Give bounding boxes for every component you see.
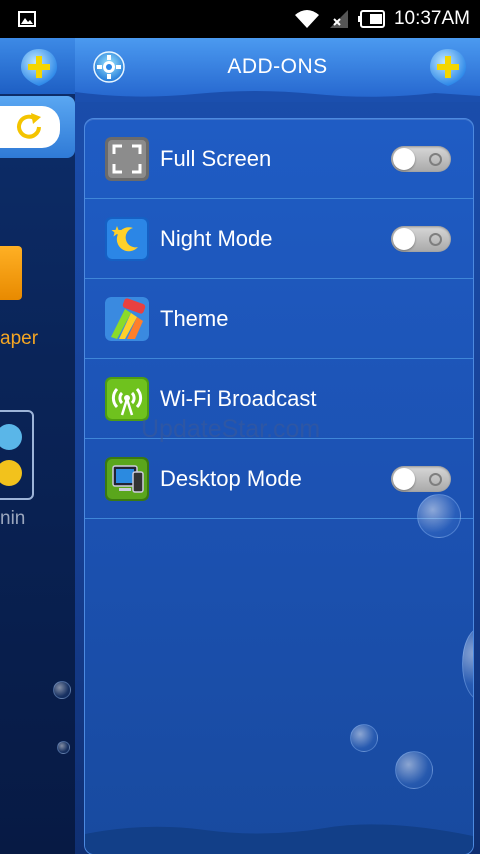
- battery-icon: [357, 10, 385, 28]
- no-signal-icon: [329, 10, 348, 28]
- bubble-decoration: [350, 724, 378, 752]
- addons-header: ADD-ONS: [75, 38, 480, 102]
- toggle-knob: [393, 147, 415, 170]
- bubble-decoration: [53, 681, 71, 699]
- left-panel: aper nin: [0, 38, 75, 854]
- bubble-decoration: [462, 627, 473, 701]
- fullscreen-toggle[interactable]: [391, 145, 451, 172]
- desktop-mode-icon: [105, 456, 149, 501]
- chat-icon: [0, 460, 22, 486]
- left-panel-header: [0, 38, 75, 94]
- night-mode-icon: [105, 216, 149, 261]
- left-add-icon[interactable]: [19, 47, 59, 87]
- list-item-label: Wi-Fi Broadcast: [160, 385, 317, 411]
- toggle-off-indicator: [429, 472, 442, 486]
- edit-icon: [0, 424, 22, 450]
- theme-icon: [105, 296, 149, 341]
- addons-panel: ADD-ONS Full Screen Night Mode Theme Wi-…: [75, 38, 480, 854]
- admin-label: nin: [0, 508, 26, 529]
- night-mode-toggle[interactable]: [391, 225, 451, 252]
- list-item-label: Theme: [160, 305, 229, 331]
- page-title: ADD-ONS: [227, 55, 328, 78]
- list-item-label: Full Screen: [160, 145, 272, 171]
- wallpaper-icon[interactable]: [0, 246, 22, 300]
- header-wave-decoration: [75, 91, 480, 102]
- admin-icon-group[interactable]: [0, 410, 34, 500]
- list-item-label: Desktop Mode: [160, 465, 302, 491]
- add-icon[interactable]: [428, 47, 468, 87]
- bubble-decoration: [417, 494, 461, 538]
- wallpaper-label: aper: [0, 328, 39, 349]
- toggle-off-indicator: [429, 152, 442, 166]
- refresh-icon: [17, 113, 41, 139]
- desktop-mode-toggle[interactable]: [391, 465, 451, 492]
- list-item-theme[interactable]: Theme: [85, 279, 473, 359]
- bubble-decoration: [395, 751, 433, 789]
- status-bar: 10:37AM: [0, 0, 480, 38]
- list-item-wifi-broadcast[interactable]: Wi-Fi Broadcast: [85, 359, 473, 439]
- gallery-icon: [18, 11, 36, 27]
- addons-list: Full Screen Night Mode Theme Wi-Fi Broad…: [84, 118, 474, 854]
- toggle-knob: [393, 467, 415, 490]
- list-item-desktop-mode[interactable]: Desktop Mode: [85, 439, 473, 519]
- bubble-decoration: [57, 741, 70, 754]
- wifi-broadcast-icon: [105, 376, 149, 421]
- list-item-full-screen[interactable]: Full Screen: [85, 119, 473, 199]
- list-item-night-mode[interactable]: Night Mode: [85, 199, 473, 279]
- list-item-label: Night Mode: [160, 225, 273, 251]
- toggle-knob: [393, 227, 415, 250]
- wifi-icon: [294, 10, 319, 28]
- bottom-wave-decoration: [85, 824, 473, 854]
- left-refresh-button[interactable]: [0, 96, 75, 158]
- fullscreen-icon: [105, 136, 149, 181]
- status-time: 10:37AM: [393, 8, 470, 29]
- toggle-off-indicator: [429, 232, 442, 246]
